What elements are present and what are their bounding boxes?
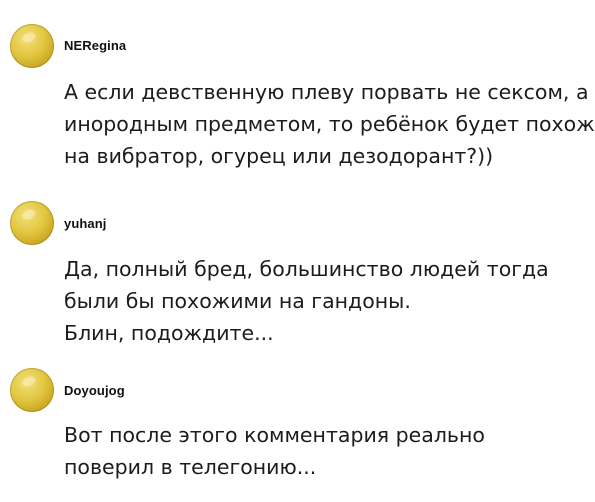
comment-username[interactable]: Doyoujog <box>64 383 125 398</box>
comment-text-line: на вибратор, огурец или дезодорант?)) <box>64 144 494 168</box>
comment-text-line: инородным предметом, то ребёнок будет по… <box>64 112 595 136</box>
avatar-icon[interactable] <box>10 201 54 245</box>
comment-text: Вот после этого комментария реально пове… <box>64 419 584 483</box>
comment-username[interactable]: NERegina <box>64 38 126 53</box>
avatar-icon[interactable] <box>10 368 54 412</box>
comment-text-line: Да, полный бред, большинство людей тогда <box>64 257 549 281</box>
avatar-icon[interactable] <box>10 24 54 68</box>
comment-text-line: Блин, подождите... <box>64 321 274 345</box>
comment-text: Да, полный бред, большинство людей тогда… <box>64 253 584 349</box>
comment-text-line: были бы похожими на гандоны. <box>64 289 411 313</box>
comment-text-line: Вот после этого комментария реально <box>64 423 485 447</box>
comment-text-line: А если девственную плеву порвать не секс… <box>64 80 589 104</box>
comment-username[interactable]: yuhanj <box>64 216 107 231</box>
comment-text-line: поверил в телегонию... <box>64 455 317 479</box>
comment-text: А если девственную плеву порвать не секс… <box>64 76 595 172</box>
